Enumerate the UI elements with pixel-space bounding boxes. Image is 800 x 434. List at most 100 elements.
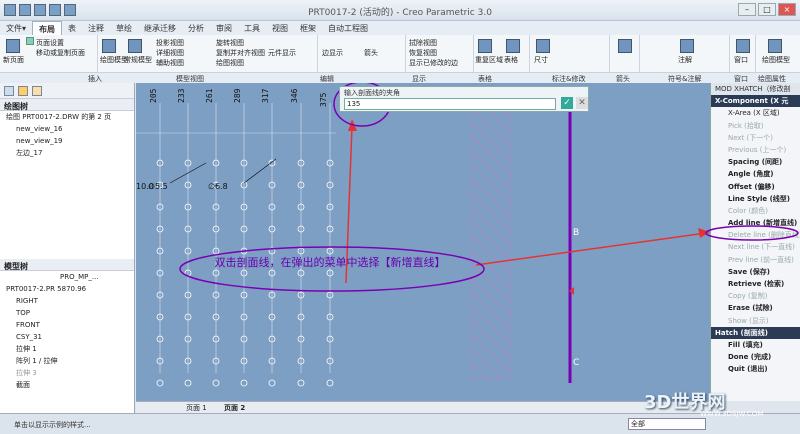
tree-icon[interactable] xyxy=(4,86,14,96)
ribbon-dimension[interactable]: 尺寸 xyxy=(534,55,548,65)
close-button[interactable]: × xyxy=(778,3,796,16)
ribbon-edge-display[interactable]: 边显示 xyxy=(322,48,343,58)
tab-review[interactable]: 审阅 xyxy=(210,21,238,35)
tab-frame[interactable]: 框架 xyxy=(294,21,322,35)
menu-item[interactable]: Done (完成) xyxy=(711,351,800,363)
page-tab-active[interactable]: 页面 2 xyxy=(224,403,245,413)
hole-circle xyxy=(268,379,276,387)
tab-tools[interactable]: 工具 xyxy=(238,21,266,35)
ribbon-group-labels: 插入 模型视图 编辑 显示 表格 标注&修改 箭头 符号&注解 窗口 绘图属性 xyxy=(0,72,800,83)
tab-annotate[interactable]: 注释 xyxy=(82,21,110,35)
model-tree-header[interactable]: 模型树 xyxy=(0,259,134,271)
status-bar: 单击以显示示例的样式... 全部 xyxy=(0,413,800,434)
favorites-icon[interactable] xyxy=(32,86,42,96)
menu-item[interactable]: Copy (复制) xyxy=(711,290,800,302)
tab-file[interactable]: 文件▾ xyxy=(0,21,32,35)
window-icon[interactable] xyxy=(736,39,750,53)
tab-layout[interactable]: 布局 xyxy=(32,21,63,35)
ribbon-drawing-properties[interactable]: 绘图模型 xyxy=(762,55,790,65)
tree-item[interactable]: 截面 xyxy=(0,379,134,391)
menu-item[interactable]: Next (下一个) xyxy=(711,132,800,144)
drawing-properties-icon[interactable] xyxy=(768,39,782,53)
tree-item[interactable]: 拉伸 3 xyxy=(0,367,134,379)
ribbon-general-model[interactable]: 常规模型 xyxy=(124,55,152,65)
menu-item[interactable]: X-Component (X 元 xyxy=(711,95,800,108)
tree-item[interactable]: CSY_31 xyxy=(0,331,134,343)
menu-item[interactable]: Angle (角度) xyxy=(711,168,800,180)
folder-icon[interactable] xyxy=(18,86,28,96)
menu-item[interactable]: Spacing (间距) xyxy=(711,156,800,168)
tree-item[interactable]: 阵列 1 / 拉伸 xyxy=(0,355,134,367)
menu-item[interactable]: Retrieve (检索) xyxy=(711,278,800,290)
hole-circle xyxy=(212,379,220,387)
drawing-tree-header[interactable]: 绘图树 xyxy=(0,99,134,111)
tab-sketch[interactable]: 草绘 xyxy=(110,21,138,35)
tree-item[interactable]: PRT0017-2.PR 5870.96 xyxy=(0,283,134,295)
tree-column-header[interactable]: PRO_MP_... xyxy=(0,271,134,283)
ribbon-arrow[interactable]: 箭头 xyxy=(364,48,378,58)
note-icon[interactable] xyxy=(680,39,694,53)
menu-item[interactable]: Next line (下一直线) xyxy=(711,241,800,253)
menu-item[interactable]: X-Area (X 区域) xyxy=(711,107,800,119)
tree-item[interactable]: TOP xyxy=(0,307,134,319)
ribbon-projection-view[interactable]: 投影视图 xyxy=(156,38,184,48)
ribbon-page-setup[interactable]: 页面设置 xyxy=(36,38,64,48)
tree-item[interactable]: new_view_19 xyxy=(0,135,134,147)
ribbon-table[interactable]: 表格 xyxy=(504,55,518,65)
menu-item[interactable]: Color (颜色) xyxy=(711,205,800,217)
ribbon-new-page[interactable]: 新页面 xyxy=(3,55,24,65)
cancel-icon[interactable]: ✕ xyxy=(576,97,588,109)
general-view-icon[interactable] xyxy=(128,39,142,53)
ribbon-component-display[interactable]: 元件显示 xyxy=(268,48,296,58)
menu-item[interactable]: Quit (退出) xyxy=(711,363,800,375)
ribbon-copy-align-view[interactable]: 复制并对齐视图 xyxy=(216,48,265,58)
menu-item[interactable]: Hatch (剖面线) xyxy=(711,326,800,339)
page-tab[interactable]: 页面 1 xyxy=(186,403,207,413)
tab-view[interactable]: 视图 xyxy=(266,21,294,35)
table-icon[interactable] xyxy=(506,39,520,53)
minimize-button[interactable]: – xyxy=(738,3,756,16)
ribbon-window[interactable]: 窗口 xyxy=(734,55,748,65)
ribbon-drawing-view[interactable]: 绘图视图 xyxy=(216,58,244,68)
tab-analysis[interactable]: 分析 xyxy=(182,21,210,35)
accept-icon[interactable]: ✓ xyxy=(561,97,573,109)
drawing-model-icon[interactable] xyxy=(102,39,116,53)
ribbon-move-copy-page[interactable]: 移动或复制页面 xyxy=(36,48,85,58)
menu-item[interactable]: Offset (偏移) xyxy=(711,181,800,193)
ribbon-detail-view[interactable]: 详细视图 xyxy=(156,48,184,58)
menu-item[interactable]: Save (保存) xyxy=(711,266,800,278)
tab-auto-drawing[interactable]: 自动工程图 xyxy=(322,21,374,35)
ribbon-repeat-region[interactable]: 重复区域 xyxy=(475,55,503,65)
tree-item[interactable]: 拉伸 1 xyxy=(0,343,134,355)
repeat-region-icon[interactable] xyxy=(478,39,492,53)
menu-item[interactable]: Line Style (线型) xyxy=(711,193,800,205)
title-bar: PRT0017-2 (活动的) - Creo Parametric 3.0 – … xyxy=(0,0,800,21)
hatch-region[interactable] xyxy=(471,108,511,380)
menu-item[interactable]: Erase (拭除) xyxy=(711,302,800,314)
menu-item[interactable]: Previous (上一个) xyxy=(711,144,800,156)
ribbon-note[interactable]: 注解 xyxy=(678,55,692,65)
tree-item[interactable]: new_view_16 xyxy=(0,123,134,135)
tree-item[interactable]: FRONT xyxy=(0,319,134,331)
maximize-button[interactable]: □ xyxy=(758,3,776,16)
arrow-icon[interactable] xyxy=(618,39,632,53)
tree-item[interactable]: 绘图 PRT0017-2.DRW 的第 2 页 xyxy=(0,111,134,123)
menu-item[interactable]: Show (显示) xyxy=(711,315,800,327)
drawing-canvas[interactable]: 205 233 261 289 317 346 375 10.0 ∅5.5 ∅6… xyxy=(136,83,710,401)
ribbon-auxiliary-view[interactable]: 辅助视图 xyxy=(156,58,184,68)
menu-item[interactable]: Prev line (前一直线) xyxy=(711,254,800,266)
ribbon-erase-view[interactable]: 拭除视图 xyxy=(409,38,437,48)
tab-table[interactable]: 表 xyxy=(62,21,82,35)
tree-item[interactable]: RIGHT xyxy=(0,295,134,307)
menu-item[interactable]: Pick (拾取) xyxy=(711,120,800,132)
tree-item[interactable]: 左边_17 xyxy=(0,147,134,159)
ribbon-revolved-view[interactable]: 旋转视图 xyxy=(216,38,244,48)
menu-item[interactable]: Fill (填充) xyxy=(711,339,800,351)
tab-legacy-migration[interactable]: 继承迁移 xyxy=(138,21,182,35)
new-page-icon[interactable] xyxy=(6,39,20,53)
dimension-icon[interactable] xyxy=(536,39,550,53)
ribbon-show-modified-edges[interactable]: 显示已修改的边 xyxy=(409,58,458,68)
ribbon-resume-view[interactable]: 恢复视图 xyxy=(409,48,437,58)
angle-input[interactable]: 135 xyxy=(344,98,556,110)
selection-filter[interactable]: 全部 xyxy=(628,418,706,430)
